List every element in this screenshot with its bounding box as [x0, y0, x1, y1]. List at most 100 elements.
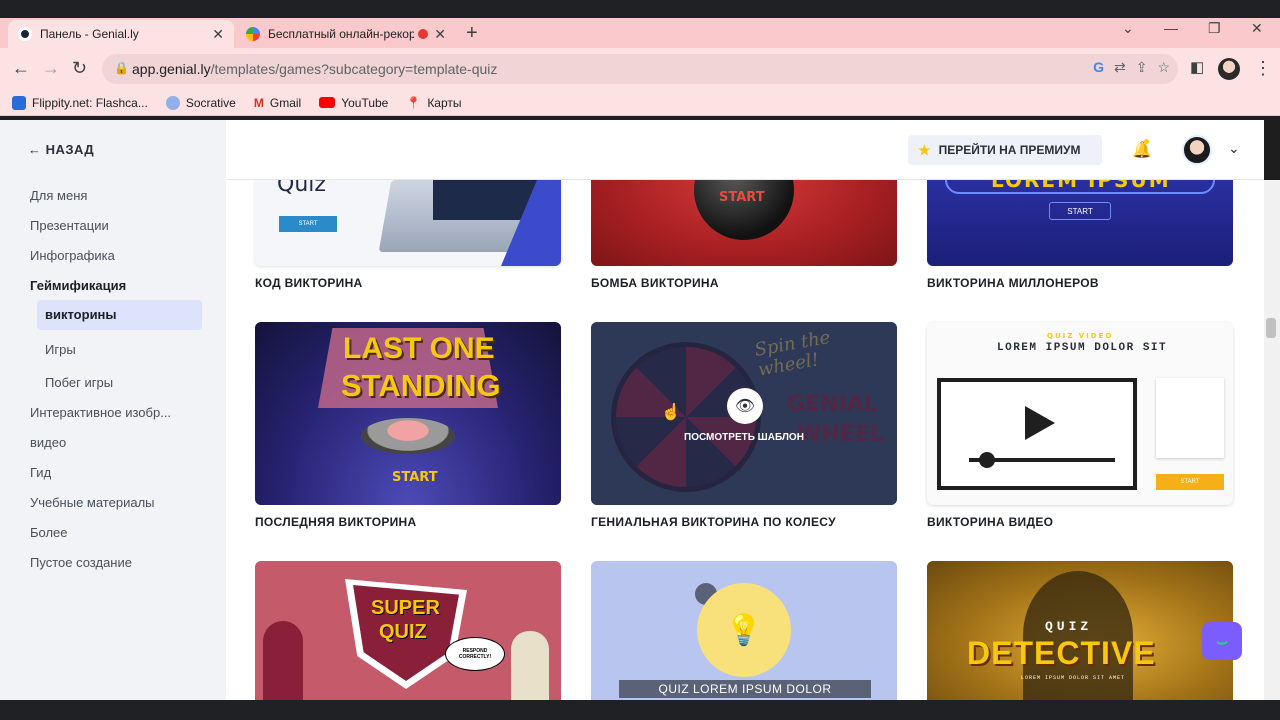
genially-favicon-icon [18, 27, 32, 41]
card-art-start: START [279, 216, 337, 232]
card-art-heading: DETECTIVE [967, 635, 1156, 671]
hero-right-illustration [511, 631, 549, 700]
card-art-note [1156, 378, 1224, 458]
notification-bell-icon[interactable]: 🔔 [1132, 140, 1152, 160]
sidebar-subitem-escape-games[interactable]: Побег игры [45, 375, 113, 390]
card-art-line1: LAST ONE [343, 332, 495, 365]
card-art-start: START [1049, 202, 1111, 220]
back-arrow-icon[interactable]: ← [12, 58, 30, 79]
back-label: НАЗАД [45, 142, 95, 157]
close-tab-icon[interactable]: ✕ [212, 26, 224, 43]
bookmark-label: Карты [427, 95, 462, 110]
maps-pin-icon: 📍 [406, 95, 422, 110]
sidebar-item-blank-creation[interactable]: Пустое создание [30, 555, 132, 570]
tab-strip: Панель - Genial.ly ✕ Бесплатный онлайн-р… [0, 18, 1280, 48]
bookmark-label: Gmail [269, 95, 302, 110]
bookmark-label: Flippity.net: Flashca... [32, 95, 148, 110]
notification-dot [1144, 139, 1149, 144]
scrollbar-thumb[interactable] [1266, 318, 1276, 338]
bookmark-maps[interactable]: 📍 Карты [406, 96, 461, 110]
card-art-start-text: START [1180, 479, 1200, 485]
bomb-illustration [694, 180, 794, 240]
bookmark-label: YouTube [341, 95, 389, 110]
bookmark-gmail[interactable]: M Gmail [254, 96, 301, 110]
tab-search-dropdown-icon[interactable]: ⌄ [1122, 20, 1134, 37]
share-icon[interactable]: ⇪ [1136, 59, 1148, 76]
template-card-code-quiz[interactable]: Quiz START [255, 180, 561, 266]
buzzer-button-illustration [361, 418, 455, 454]
sidebar-item-more[interactable]: Более [30, 525, 68, 540]
tab-recorder[interactable]: Бесплатный онлайн-рекор ✕ [236, 20, 456, 48]
go-premium-button[interactable]: ★ ПЕРЕЙТИ НА ПРЕМИУМ [908, 135, 1102, 165]
progress-knob [979, 452, 995, 468]
lock-icon: 🔒 [114, 61, 129, 75]
flippity-icon [12, 95, 26, 110]
google-icon[interactable]: G [1093, 59, 1104, 76]
close-window-button[interactable]: ✕ [1251, 20, 1263, 37]
card-art-kicker: QUIZ [1045, 619, 1093, 634]
user-avatar[interactable] [1182, 135, 1212, 165]
chat-assistant-icon[interactable]: ⌣ [1202, 622, 1242, 660]
card-art-start-text: START [1067, 206, 1093, 216]
template-card-video-quiz[interactable]: QUIZ VIDEO LOREM IPSUM DOLOR SIT START [927, 322, 1233, 505]
sidebar-item-infographics[interactable]: Инфографика [30, 248, 115, 263]
template-card-millionaire-quiz[interactable]: LOREM IPSUM START [927, 180, 1233, 266]
sidebar-item-video[interactable]: видео [30, 435, 66, 450]
sidebar-item-for-me[interactable]: Для меня [30, 188, 87, 203]
sidebar-subitem-quizzes[interactable]: викторины [37, 300, 202, 330]
view-template-label[interactable]: ПОСМОТРЕТЬ ШАБЛОН [684, 432, 804, 443]
bookmark-label: Socrative [185, 95, 236, 110]
back-link[interactable]: ← НАЗАД [28, 142, 94, 157]
card-art-bubble: RESPOND CORRECTLY! [458, 648, 492, 660]
sidepanel-icon[interactable]: ◧ [1190, 58, 1204, 76]
template-card-super-quiz[interactable]: SUPER QUIZ RESPOND CORRECTLY! [255, 561, 561, 700]
kebab-menu-icon[interactable]: ⋮ [1254, 58, 1272, 79]
sidebar-item-interactive-images[interactable]: Интерактивное изобр... [30, 405, 171, 420]
template-card-detective-quiz[interactable]: QUIZ DETECTIVE LOREM IPSUM DOLOR SIT AME… [927, 561, 1233, 700]
app-header: ★ ПЕРЕЙТИ НА ПРЕМИУМ 🔔 ⌄ [226, 120, 1264, 180]
tab-title: Бесплатный онлайн-рекор [268, 27, 415, 41]
card-art-line2: STANDING [341, 368, 501, 403]
close-tab-icon[interactable]: ✕ [434, 26, 446, 43]
scrollbar[interactable] [1264, 180, 1280, 700]
bookmark-socrative[interactable]: Socrative [165, 95, 236, 110]
card-art-text: Quiz [277, 180, 326, 197]
speech-bubble: RESPOND CORRECTLY! [445, 637, 505, 671]
star-icon: ★ [918, 141, 931, 158]
preview-eye-icon[interactable]: 👁 [727, 388, 763, 424]
browser-window: Панель - Genial.ly ✕ Бесплатный онлайн-р… [0, 0, 1280, 720]
card-art-sub: LOREM IPSUM DOLOR SIT AMET [1021, 675, 1126, 681]
reload-icon[interactable]: ↻ [72, 58, 87, 79]
card-art-kicker: QUIZ VIDEO [1047, 332, 1114, 340]
os-top-strip [0, 0, 1280, 18]
restore-button[interactable]: ❐ [1208, 20, 1221, 37]
sidebar-subitem-games[interactable]: Игры [45, 342, 76, 357]
minimize-button[interactable]: — [1164, 20, 1178, 36]
translate-icon[interactable]: ⇄ [1114, 59, 1126, 76]
template-card-genial-wheel[interactable]: Spin the wheel! GENIAL WHEEL 👁 ПОСМОТРЕТ… [591, 322, 897, 505]
mouse-cursor-icon: ☝ [661, 404, 681, 421]
card-art-line1: SUPER [371, 597, 440, 619]
card-title: КОД ВИКТОРИНА [255, 276, 363, 290]
bookmark-youtube[interactable]: YouTube [319, 96, 388, 110]
tab-genially[interactable]: Панель - Genial.ly ✕ [8, 20, 234, 48]
forward-arrow-icon[interactable]: → [42, 58, 60, 79]
sidebar-item-guide[interactable]: Гид [30, 465, 51, 480]
sidebar-item-gamification[interactable]: Геймификация [30, 278, 126, 293]
address-bar[interactable]: 🔒 app.genial.ly/templates/games?subcateg… [102, 54, 1178, 84]
template-card-last-one-standing[interactable]: LAST ONE STANDING START [255, 322, 561, 505]
recording-dot-icon [418, 29, 429, 39]
bookmark-flippity[interactable]: Flippity.net: Flashca... [12, 95, 148, 110]
new-tab-button[interactable]: + [466, 22, 478, 45]
card-title: БОМБА ВИКТОРИНА [591, 276, 719, 290]
sidebar-item-presentations[interactable]: Презентации [30, 218, 109, 233]
sidebar-item-learning-materials[interactable]: Учебные материалы [30, 495, 155, 510]
template-card-bomb-quiz[interactable]: START [591, 180, 897, 266]
template-card-idea-quiz[interactable]: 💡 QUIZ LOREM IPSUM DOLOR [591, 561, 897, 700]
profile-avatar-icon[interactable] [1218, 58, 1240, 80]
url-host: app.genial.ly [132, 61, 211, 77]
os-bottom-strip [0, 700, 1280, 720]
star-bookmark-icon[interactable]: ☆ [1157, 59, 1170, 76]
gmail-icon: M [253, 95, 264, 110]
chevron-down-icon[interactable]: ⌄ [1228, 140, 1240, 157]
